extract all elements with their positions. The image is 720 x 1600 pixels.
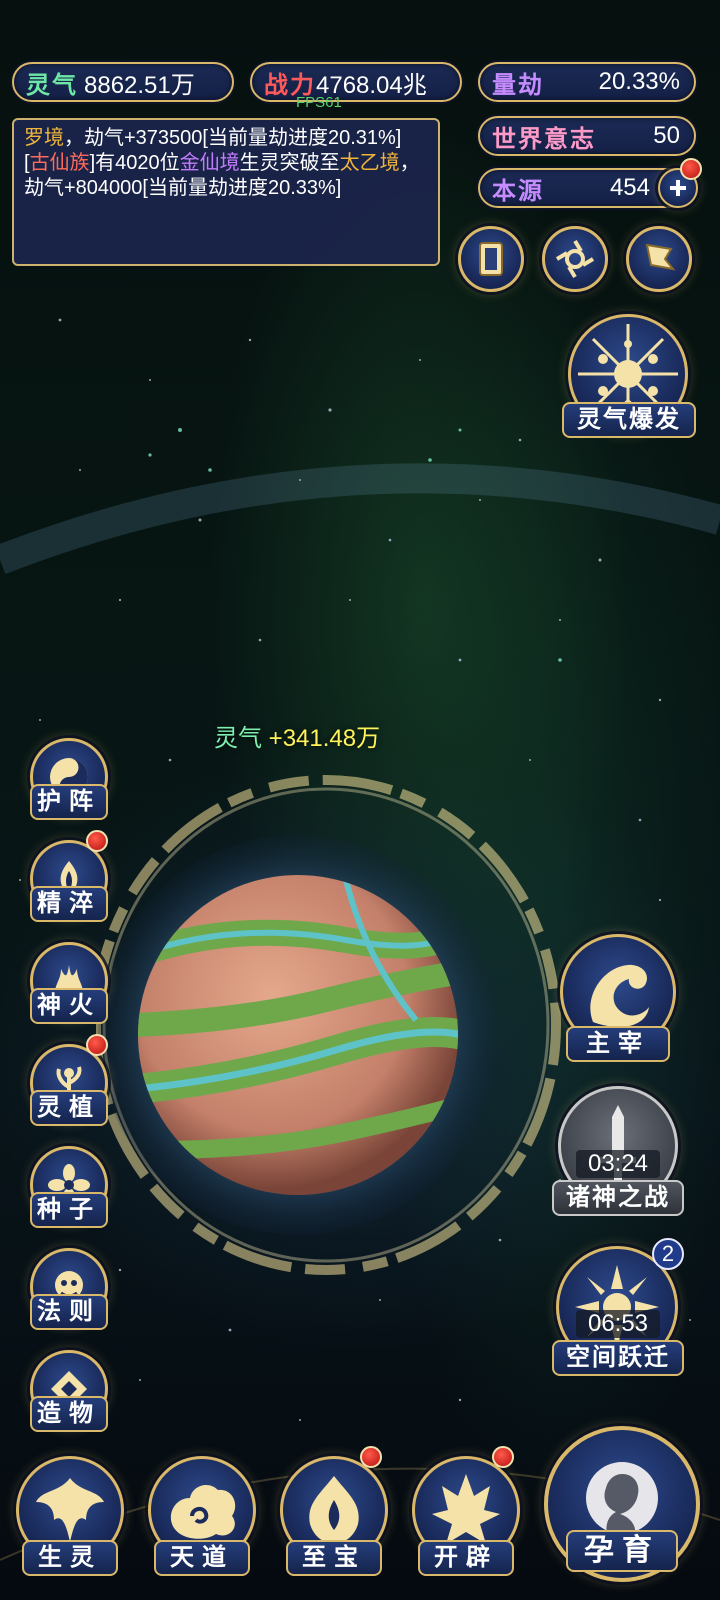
benyuan-label: 本源 bbox=[492, 177, 544, 205]
gain-value: +341.48万 bbox=[268, 725, 381, 752]
flag-button[interactable] bbox=[626, 226, 692, 292]
bottom-label-tian-dao[interactable]: 天道 bbox=[154, 1540, 250, 1576]
liangjie-value: 20.33% bbox=[598, 68, 680, 95]
space-jump-badge: 2 bbox=[652, 1238, 684, 1270]
world-will-stat[interactable]: 世界意志 50 bbox=[478, 116, 696, 156]
log-line-2: [古仙族]有4020位金仙境生灵突破至太乙境，劫气+804000[当前量劫进度2… bbox=[24, 151, 428, 201]
nurture-label[interactable]: 孕育 bbox=[566, 1530, 678, 1572]
side-label-shen-huo[interactable]: 神火 bbox=[30, 988, 108, 1024]
side-label-hu-zhen[interactable]: 护阵 bbox=[30, 784, 108, 820]
master-label[interactable]: 主宰 bbox=[566, 1026, 670, 1062]
zhanli-stat: 战力 4768.04兆 bbox=[250, 62, 462, 102]
benyuan-value: 454 bbox=[609, 174, 650, 201]
liangjie-stat[interactable]: 量劫 20.33% bbox=[478, 62, 696, 102]
gods-war-timer: 03:24 bbox=[576, 1150, 660, 1178]
lingqi-stat: 灵气 8862.51万 bbox=[12, 62, 234, 102]
ling-zhi-alert-dot bbox=[86, 1034, 108, 1056]
portal-button[interactable] bbox=[542, 226, 608, 292]
gods-war-label[interactable]: 诸神之战 bbox=[552, 1180, 684, 1216]
side-label-fa-ze[interactable]: 法则 bbox=[30, 1294, 108, 1330]
dragon-icon bbox=[590, 964, 649, 1028]
lingqi-value: 8862.51万 bbox=[84, 71, 195, 99]
lingqi-label: 灵气 bbox=[26, 71, 78, 99]
bottom-label-zhi-bao[interactable]: 至宝 bbox=[286, 1540, 382, 1576]
side-label-ling-zhi[interactable]: 灵植 bbox=[30, 1090, 108, 1126]
gain-popup: 灵气 +341.48万 bbox=[214, 718, 380, 753]
space-jump-timer: 06:53 bbox=[576, 1310, 660, 1338]
burst-label[interactable]: 灵气爆发 bbox=[562, 402, 696, 438]
vortex-icon bbox=[555, 239, 595, 279]
log-mid1: ]有4020位 bbox=[89, 152, 180, 174]
card-icon bbox=[479, 242, 503, 276]
liangjie-label: 量劫 bbox=[492, 71, 544, 99]
log-mid2: 生灵突破至 bbox=[239, 152, 340, 174]
bottom-label-sheng-ling[interactable]: 生灵 bbox=[22, 1540, 118, 1576]
log-line-1: 罗境，劫气+373500[当前量劫进度20.31%] bbox=[24, 126, 428, 151]
log-text: ，劫气+373500[当前量劫进度20.31%] bbox=[64, 127, 402, 149]
planet[interactable] bbox=[96, 760, 576, 1280]
world-will-label: 世界意志 bbox=[492, 125, 596, 153]
log-clan: 古仙族 bbox=[29, 152, 90, 174]
event-log: 罗境，劫气+373500[当前量劫进度20.31%] [古仙族]有4020位金仙… bbox=[12, 118, 440, 266]
kai-pi-alert-dot bbox=[492, 1446, 514, 1468]
side-label-zhong-zi[interactable]: 种子 bbox=[30, 1192, 108, 1228]
jing-cui-alert-dot bbox=[86, 830, 108, 852]
fps-counter: FPS61 bbox=[296, 94, 342, 111]
benyuan-alert-dot bbox=[680, 158, 702, 180]
card-button[interactable] bbox=[458, 226, 524, 292]
plus-icon bbox=[670, 180, 686, 196]
side-label-jing-cui[interactable]: 精淬 bbox=[30, 886, 108, 922]
log-realm: 罗境 bbox=[24, 127, 64, 149]
side-label-zao-wu[interactable]: 造物 bbox=[30, 1396, 108, 1432]
log-realm-1: 金仙境 bbox=[179, 152, 240, 174]
flag-icon bbox=[645, 243, 676, 271]
log-realm-2: 太乙境 bbox=[339, 152, 400, 174]
space-jump-label[interactable]: 空间跃迁 bbox=[552, 1340, 684, 1376]
bottom-label-kai-pi[interactable]: 开辟 bbox=[418, 1540, 514, 1576]
gain-key: 灵气 bbox=[214, 725, 262, 752]
zhi-bao-alert-dot bbox=[360, 1446, 382, 1468]
world-will-value: 50 bbox=[653, 122, 680, 149]
